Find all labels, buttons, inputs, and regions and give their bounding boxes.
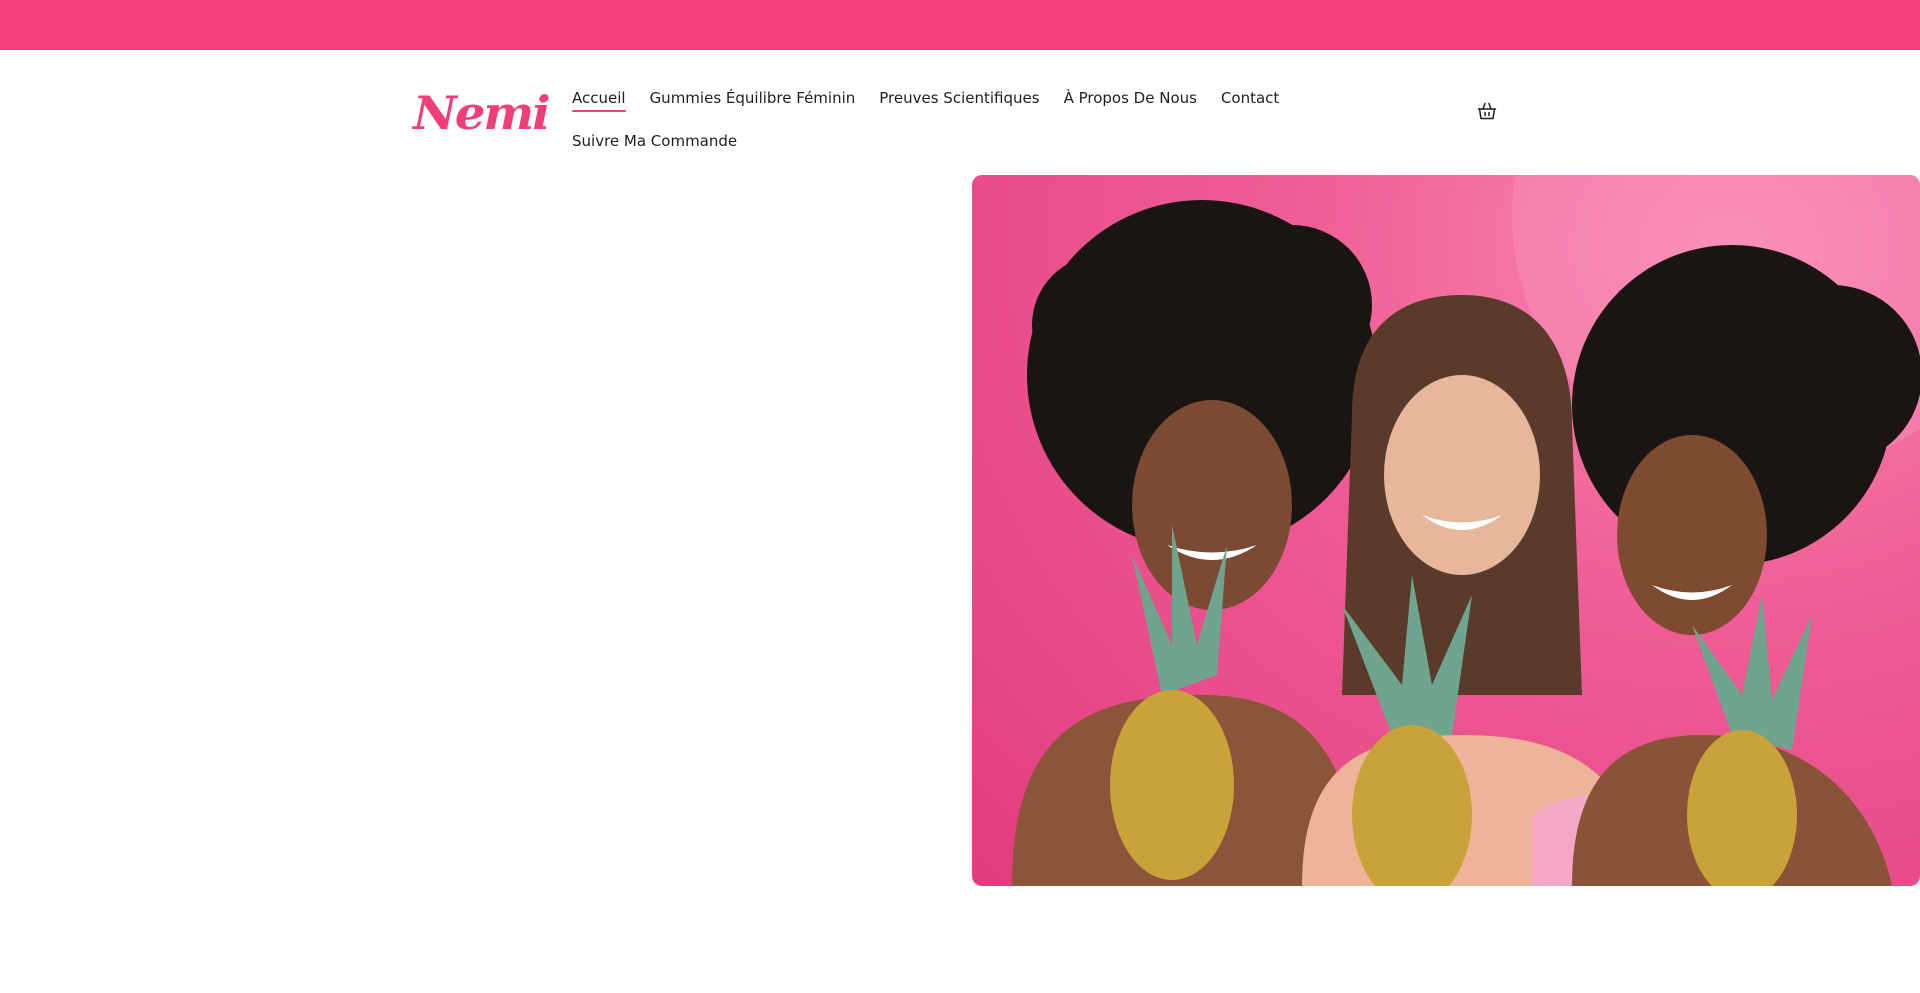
hero-photo [972,175,1920,886]
shopping-basket-icon[interactable] [1476,100,1498,122]
nav-item-gummies[interactable]: Gummies Équilibre Féminin [650,80,856,123]
nav-item-suivre-commande[interactable]: Suivre Ma Commande [572,123,737,166]
main-navigation: Accueil Gummies Équilibre Féminin Preuve… [572,80,1292,166]
nav-item-accueil[interactable]: Accueil [572,80,626,123]
nav-item-preuves-scientifiques[interactable]: Preuves Scientifiques [879,80,1039,123]
nav-item-contact[interactable]: Contact [1221,80,1279,123]
nav-item-a-propos[interactable]: À Propos De Nous [1064,80,1197,123]
brand-logo[interactable]: Nemi [413,91,550,137]
announcement-bar [0,0,1920,50]
site-header: Nemi Accueil Gummies Équilibre Féminin P… [0,50,1920,174]
